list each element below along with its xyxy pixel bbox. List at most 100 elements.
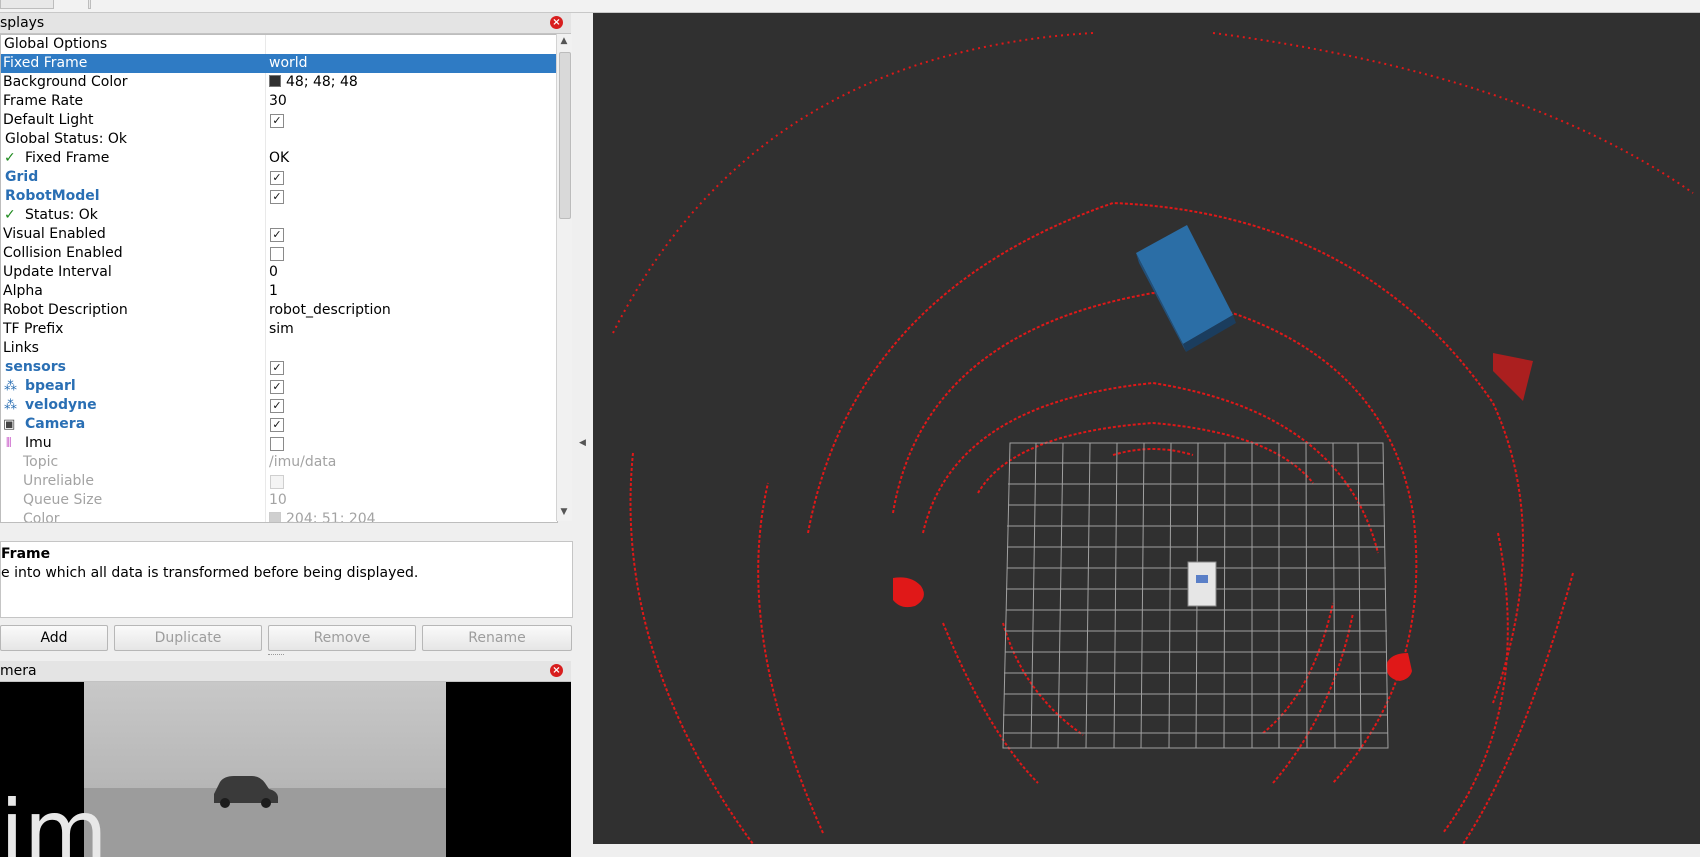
close-icon[interactable]: × — [550, 16, 563, 29]
tree-row-robot-description[interactable]: Robot Description robot_description — [1, 301, 557, 320]
tree-row-frame-rate[interactable]: Frame Rate 30 — [1, 92, 557, 111]
unreliable-checkbox[interactable]: ✓ — [270, 475, 284, 489]
robotmodel-checkbox[interactable]: ✓ — [270, 190, 284, 204]
add-button[interactable]: Add — [0, 625, 108, 651]
default-light-checkbox[interactable]: ✓ — [270, 114, 284, 128]
tree-row-fixed-frame[interactable]: Fixed Frame world — [1, 54, 557, 73]
column-divider — [265, 282, 266, 301]
sensors-checkbox[interactable]: ✓ — [270, 361, 284, 375]
close-icon[interactable]: × — [550, 664, 563, 677]
tree-row-queue-size[interactable]: Queue Size 10 — [1, 491, 557, 510]
robot-description-value[interactable]: robot_description — [269, 301, 391, 320]
dock-splitter[interactable]: ◀ — [573, 13, 593, 844]
3d-render-viewport[interactable] — [593, 13, 1700, 844]
row-label: Color — [23, 511, 60, 523]
duplicate-button[interactable]: Duplicate — [114, 625, 262, 651]
tree-row-camera[interactable]: ▣ Camera ✓ — [1, 415, 557, 434]
camera-checkbox[interactable]: ✓ — [270, 418, 284, 432]
row-label: bpearl — [25, 378, 76, 394]
row-label: Alpha — [3, 283, 43, 299]
topic-value[interactable]: /imu/data — [269, 453, 336, 472]
camera-image-view[interactable]: im — [0, 682, 571, 857]
tree-row-update-interval[interactable]: Update Interval 0 — [1, 263, 557, 282]
column-divider — [265, 244, 266, 263]
laser-scan-rings — [612, 32, 1694, 844]
update-interval-value[interactable]: 0 — [269, 263, 278, 282]
pointcloud-icon: ⁂ — [4, 379, 17, 394]
tree-row-fixed-frame-status[interactable]: ✓ Fixed Frame OK — [1, 149, 557, 168]
ok-check-icon: ✓ — [4, 207, 16, 223]
rename-button[interactable]: Rename — [422, 625, 572, 651]
imu-color-value[interactable]: 204; 51; 204 — [269, 510, 376, 523]
camera-title-text: mera — [0, 663, 37, 679]
column-divider — [265, 206, 266, 225]
tree-row-robotmodel-status[interactable]: ✓ Status: Ok — [1, 206, 557, 225]
row-label: Topic — [23, 454, 59, 470]
scroll-down-icon[interactable]: ▼ — [559, 507, 569, 517]
background-color-value[interactable]: 48; 48; 48 — [269, 73, 358, 92]
row-label: Collision Enabled — [3, 245, 123, 261]
grid-checkbox[interactable]: ✓ — [270, 171, 284, 185]
row-label: Update Interval — [3, 264, 112, 280]
tree-row-robotmodel[interactable]: RobotModel ✓ — [1, 187, 557, 206]
tree-row-default-light[interactable]: Default Light ✓ — [1, 111, 557, 130]
background-color-text: 48; 48; 48 — [286, 74, 358, 90]
tree-row-grid[interactable]: Grid ✓ — [1, 168, 557, 187]
tf-prefix-value[interactable]: sim — [269, 320, 294, 339]
row-label: Global Options — [4, 36, 108, 52]
row-label: Grid — [5, 169, 39, 185]
fixed-frame-value[interactable]: world — [269, 54, 308, 73]
camera-panel-title: mera × — [0, 661, 571, 682]
row-label: Frame Rate — [3, 93, 84, 109]
tree-row-alpha[interactable]: Alpha 1 — [1, 282, 557, 301]
left-dock: splays × Global Options Fixed Frame worl… — [0, 13, 573, 857]
color-swatch — [269, 75, 281, 87]
tree-row-imu[interactable]: ⫴ Imu ✓ — [1, 434, 557, 453]
tree-row-tf-prefix[interactable]: TF Prefix sim — [1, 320, 557, 339]
frame-rate-value[interactable]: 30 — [269, 92, 287, 111]
column-divider — [265, 168, 266, 187]
column-divider — [265, 225, 266, 244]
tree-row-visual-enabled[interactable]: Visual Enabled ✓ — [1, 225, 557, 244]
collision-enabled-checkbox[interactable]: ✓ — [270, 247, 284, 261]
obstacle-box — [1136, 225, 1236, 352]
column-divider — [265, 149, 266, 168]
velodyne-checkbox[interactable]: ✓ — [270, 399, 284, 413]
tree-row-unreliable[interactable]: Unreliable ✓ — [1, 472, 557, 491]
row-label: Background Color — [3, 74, 128, 90]
tree-row-velodyne[interactable]: ⁂ velodyne ✓ — [1, 396, 557, 415]
tree-scrollbar[interactable]: ▲ ▼ — [556, 34, 572, 521]
collapse-arrow-icon[interactable]: ◀ — [579, 438, 586, 448]
imu-checkbox[interactable]: ✓ — [270, 437, 284, 451]
alpha-value[interactable]: 1 — [269, 282, 278, 301]
tree-row-collision-enabled[interactable]: Collision Enabled ✓ — [1, 244, 557, 263]
toolbar-tab[interactable] — [0, 0, 54, 9]
tree-row-global-options[interactable]: Global Options — [1, 35, 557, 54]
tree-row-bpearl[interactable]: ⁂ bpearl ✓ — [1, 377, 557, 396]
imu-color-text: 204; 51; 204 — [286, 511, 376, 523]
column-divider — [265, 491, 266, 510]
displays-tree[interactable]: Global Options Fixed Frame world Backgro… — [0, 34, 558, 523]
tree-row-background-color[interactable]: Background Color 48; 48; 48 — [1, 73, 557, 92]
tree-row-topic[interactable]: Topic /imu/data — [1, 453, 557, 472]
row-label: Fixed Frame — [25, 150, 110, 166]
remove-button[interactable]: Remove — [268, 625, 416, 651]
visual-enabled-checkbox[interactable]: ✓ — [270, 228, 284, 242]
displays-title-text: splays — [0, 15, 45, 31]
row-label: Unreliable — [23, 473, 94, 489]
column-divider — [265, 130, 266, 149]
scrollbar-thumb[interactable] — [559, 52, 571, 219]
robot-model — [1187, 561, 1217, 607]
render-scene — [612, 32, 1694, 844]
row-label: Robot Description — [3, 302, 128, 318]
column-divider — [265, 187, 266, 206]
tree-row-color[interactable]: Color 204; 51; 204 — [1, 510, 557, 523]
queue-size-value[interactable]: 10 — [269, 491, 287, 510]
tree-row-links[interactable]: Links — [1, 339, 557, 358]
bpearl-checkbox[interactable]: ✓ — [270, 380, 284, 394]
tree-row-sensors[interactable]: sensors ✓ — [1, 358, 557, 377]
tree-row-global-status[interactable]: Global Status: Ok — [1, 130, 557, 149]
panel-splitter[interactable] — [268, 654, 284, 658]
camera-overlay-text: im — [0, 782, 108, 857]
scroll-up-icon[interactable]: ▲ — [559, 36, 569, 46]
